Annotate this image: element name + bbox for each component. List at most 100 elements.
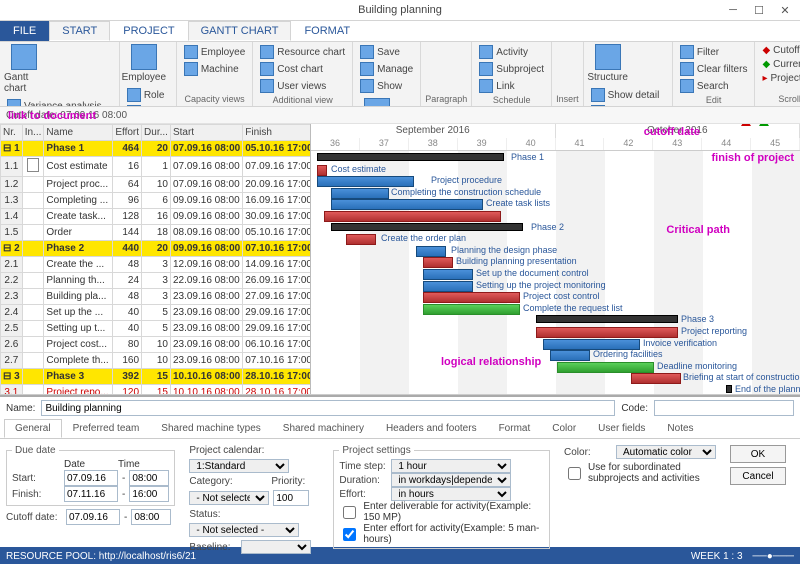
table-row[interactable]: 2.6Project cost...801023.09.16 08:0006.1… <box>1 337 312 353</box>
timestep-select[interactable]: 1 hour <box>391 459 511 473</box>
gantt-bar[interactable] <box>317 165 327 176</box>
duration-select[interactable]: in workdays|dependent on project c <box>391 473 511 487</box>
name-input[interactable] <box>41 400 615 416</box>
cutoff-time-input[interactable] <box>131 509 171 525</box>
link-button[interactable]: Link <box>476 78 547 94</box>
employee-view-button[interactable]: Employee <box>124 44 164 83</box>
start-date-input[interactable] <box>64 470 118 486</box>
filter-button[interactable]: Filter <box>677 44 751 60</box>
cutoff-date-input[interactable] <box>66 509 120 525</box>
table-row[interactable]: 2.7Complete th...1601023.09.16 08:0007.1… <box>1 353 312 369</box>
effort-select[interactable]: in hours <box>391 487 511 501</box>
detail-tab[interactable]: Notes <box>656 419 704 438</box>
subordinate-checkbox[interactable] <box>568 467 581 480</box>
show-detail-button[interactable]: Show detail <box>588 87 668 103</box>
detail-tab[interactable]: Shared machinery <box>272 419 375 438</box>
cap-employee-button[interactable]: Employee <box>181 44 248 60</box>
tab-start[interactable]: START <box>49 21 110 41</box>
subproject-button[interactable]: Subproject <box>476 61 547 77</box>
table-row[interactable]: 3.1Project repo...1201510.10.16 08:0028.… <box>1 385 312 395</box>
priority-input[interactable] <box>273 490 309 506</box>
gantt-bar[interactable] <box>423 304 520 315</box>
color-select[interactable]: Automatic color <box>616 445 716 459</box>
gantt-chart[interactable]: September 2016October 2016 3637383940414… <box>311 124 800 394</box>
table-row[interactable]: ⊟ 3Phase 33921510.10.16 08:0028.10.16 17… <box>1 369 312 385</box>
gantt-bar[interactable] <box>557 362 654 373</box>
finish-date-input[interactable] <box>64 486 118 502</box>
table-row[interactable]: 1.5Order1441808.09.16 08:0005.10.16 17:0… <box>1 225 312 241</box>
maximize-button[interactable]: ☐ <box>748 2 770 18</box>
detail-tab[interactable]: Format <box>488 419 542 438</box>
gantt-bar[interactable] <box>631 373 681 384</box>
detail-tab[interactable]: Color <box>541 419 587 438</box>
cancel-button[interactable]: Cancel <box>730 467 786 485</box>
gantt-bar[interactable] <box>423 281 473 292</box>
variance-analysis-button[interactable]: Variance analysis <box>4 98 115 107</box>
gantt-bar[interactable] <box>536 315 678 323</box>
table-row[interactable]: 2.2Planning th...24322.09.16 08:0026.09.… <box>1 273 312 289</box>
tab-format[interactable]: FORMAT <box>291 21 363 41</box>
detail-tab[interactable]: User fields <box>587 419 656 438</box>
col-effort[interactable]: Effort <box>113 125 142 141</box>
gantt-bar[interactable] <box>324 211 501 222</box>
minimize-button[interactable]: ─ <box>722 2 744 18</box>
gantt-bar[interactable] <box>536 327 678 338</box>
col-start[interactable]: Start <box>170 125 242 141</box>
close-button[interactable]: ✕ <box>774 2 796 18</box>
gantt-bar[interactable] <box>331 188 389 199</box>
code-input[interactable] <box>654 400 794 416</box>
table-row[interactable]: 2.5Setting up t...40523.09.16 08:0029.09… <box>1 321 312 337</box>
gantt-bar[interactable] <box>423 269 473 280</box>
gantt-bar[interactable] <box>726 385 732 393</box>
gantt-chart-button[interactable]: Gantt chart <box>4 44 44 94</box>
gantt-bar[interactable] <box>423 257 453 268</box>
gantt-bar[interactable] <box>317 176 414 187</box>
calendar-select[interactable]: 1:Standard <box>189 459 289 473</box>
gantt-bar[interactable] <box>416 246 446 257</box>
table-row[interactable]: 1.1Cost estimate16107.09.16 08:0007.09.1… <box>1 157 312 177</box>
table-row[interactable]: ⊟ 1Phase 14642007.09.16 08:0005.10.16 17… <box>1 141 312 157</box>
gantt-bar[interactable] <box>550 350 590 361</box>
effort-checkbox[interactable] <box>343 528 356 541</box>
tab-gantt-chart[interactable]: GANTT CHART <box>188 21 292 41</box>
gantt-bar[interactable] <box>346 234 376 245</box>
detail-tab[interactable]: Headers and footers <box>375 419 488 438</box>
col-finish[interactable]: Finish <box>243 125 311 141</box>
col-dur[interactable]: Dur... <box>142 125 171 141</box>
save-button[interactable]: Save <box>357 44 416 60</box>
table-row[interactable]: 2.4Set up the ...40523.09.16 08:0029.09.… <box>1 305 312 321</box>
detail-tab[interactable]: Shared machine types <box>150 419 272 438</box>
project-button[interactable]: Project <box>357 98 397 107</box>
col-nr[interactable]: Nr. <box>1 125 23 141</box>
detail-tab[interactable]: General <box>4 419 62 438</box>
manage-button[interactable]: Manage <box>357 61 416 77</box>
activity-button[interactable]: Activity <box>476 44 547 60</box>
tab-file[interactable]: FILE <box>0 21 49 41</box>
zoom-slider[interactable]: ──●─── <box>753 551 794 562</box>
tab-project[interactable]: PROJECT <box>110 21 187 41</box>
show-button[interactable]: Show <box>357 78 416 94</box>
col-name[interactable]: Name <box>44 125 113 141</box>
cutoff-date-button[interactable]: ◆Cutoff date <box>759 44 800 57</box>
user-views-button[interactable]: User views <box>257 78 348 94</box>
gantt-bar[interactable] <box>317 153 504 161</box>
table-row[interactable]: 1.4Create task...1281609.09.16 08:0030.0… <box>1 209 312 225</box>
gantt-bar[interactable] <box>331 199 483 210</box>
resource-chart-button[interactable]: Resource chart <box>257 44 348 60</box>
detail-tab[interactable]: Preferred team <box>62 419 151 438</box>
role-button[interactable]: Role <box>124 87 172 103</box>
clear-filters-button[interactable]: Clear filters <box>677 61 751 77</box>
structure-button[interactable]: Structure <box>588 44 628 83</box>
deliverable-checkbox[interactable] <box>343 506 356 519</box>
start-time-input[interactable] <box>129 470 169 486</box>
current-date-button[interactable]: ◆Current date <box>759 58 800 71</box>
status-select[interactable]: - Not selected - <box>189 523 299 537</box>
cap-machine-button[interactable]: Machine <box>181 61 248 77</box>
baseline-select[interactable] <box>241 540 311 554</box>
finish-time-input[interactable] <box>129 486 169 502</box>
gantt-bar[interactable] <box>423 292 520 303</box>
table-row[interactable]: 1.2Project proc...641007.09.16 08:0020.0… <box>1 177 312 193</box>
table-row[interactable]: ⊟ 2Phase 24402009.09.16 08:0007.10.16 17… <box>1 241 312 257</box>
project-start-button[interactable]: ▸Project start <box>759 72 800 85</box>
cost-chart-button[interactable]: Cost chart <box>257 61 348 77</box>
